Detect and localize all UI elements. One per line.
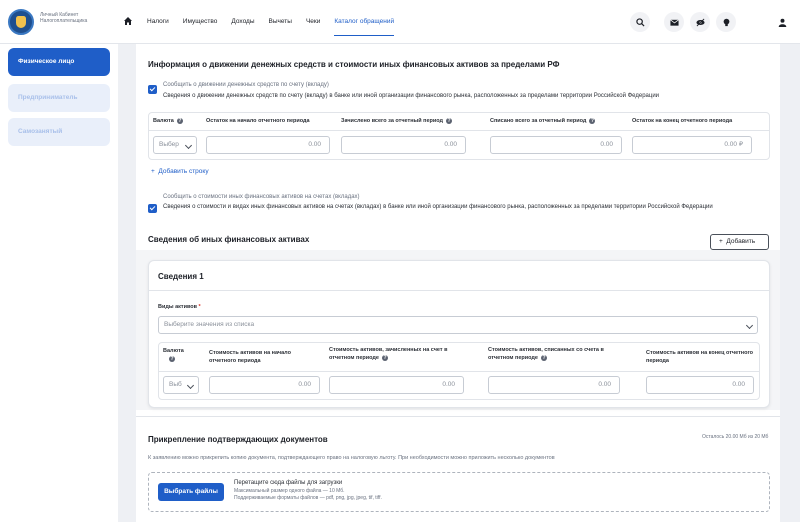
notifications-button[interactable] <box>716 12 736 32</box>
brand-text: Личный Кабинет Налогоплательщика <box>40 12 88 24</box>
asset-type-label: Виды активов * <box>158 304 201 310</box>
fns-logo[interactable] <box>8 9 34 35</box>
user-icon <box>778 18 786 27</box>
checkbox-funds-movement[interactable] <box>148 85 157 94</box>
formats-note: Поддерживаемые форматы файлов — pdf, png… <box>234 495 382 501</box>
mail-icon <box>669 19 679 26</box>
divider <box>159 371 759 372</box>
help-icon[interactable] <box>381 354 388 362</box>
help-icon[interactable] <box>169 355 175 363</box>
help-icon[interactable] <box>540 354 547 362</box>
checkbox-funds-label: Сообщить о движении денежных средств по … <box>163 82 329 88</box>
funds-credited-input[interactable]: 0.00 <box>341 136 466 154</box>
sidebar: Физическое лицо Предприниматель Самозаня… <box>0 44 118 522</box>
sidebar-item-entrepreneur[interactable]: Предприниматель <box>8 84 110 112</box>
nav-item-property[interactable]: Имущество <box>183 0 218 44</box>
help-icon[interactable] <box>589 117 596 125</box>
ruble-sign: ₽ <box>738 141 743 148</box>
top-header: Личный Кабинет Налогоплательщика Налоги … <box>0 0 800 44</box>
search-icon <box>635 17 645 27</box>
section-title-assets: Сведения об иных финансовых активах <box>148 235 310 244</box>
nav-item-catalog[interactable]: Каталог обращений <box>334 0 394 44</box>
checkbox-assets-label: Сообщить о стоимости иных финансовых акт… <box>163 194 360 200</box>
main-nav: Налоги Имущество Доходы Вычеты Чеки Ката… <box>147 0 394 44</box>
card-title: Сведения 1 <box>158 272 204 281</box>
assets-col-start: Стоимость активов на начало отчетного пе… <box>209 350 291 364</box>
main-content: Информация о движении денежных средств и… <box>136 44 780 522</box>
assets-debited-input[interactable]: 0.00 <box>488 376 620 394</box>
funds-col-credited: Зачислено всего за отчетный период <box>341 117 453 125</box>
assets-start-input[interactable]: 0.00 <box>209 376 320 394</box>
checkbox-assets-desc: Сведения о стоимости и видах иных финанс… <box>163 204 713 210</box>
assets-currency-select[interactable]: Выб <box>163 376 199 394</box>
sidebar-item-self-employed[interactable]: Самозанятый <box>8 118 110 146</box>
assets-end-input[interactable]: 0.00 <box>646 376 754 394</box>
funds-col-end: Остаток на конец отчетного периода <box>632 118 733 124</box>
visibility-button[interactable] <box>690 12 710 32</box>
divider <box>149 290 769 291</box>
checkbox-funds-desc: Сведения о движении денежных средств по … <box>163 93 660 99</box>
lightbulb-icon <box>723 18 729 26</box>
funds-end-input[interactable]: 0.00 ₽ <box>632 136 752 154</box>
eye-off-icon <box>695 18 705 26</box>
assets-credited-input[interactable]: 0.00 <box>329 376 464 394</box>
chevron-down-icon <box>186 381 195 390</box>
add-assets-button[interactable]: + Добавить <box>710 234 769 250</box>
search-button[interactable] <box>630 12 650 32</box>
profile-button[interactable] <box>772 12 792 32</box>
assets-col-credited: Стоимость активов, зачисленных на счет в… <box>329 346 469 362</box>
section-title-docs: Прикрепление подтверждающих документов <box>148 435 328 444</box>
divider <box>136 416 780 417</box>
max-size-note: Максимальный размер одного файла — 10 Мб… <box>234 488 345 494</box>
choose-files-button[interactable]: Выбрать файлы <box>158 483 224 501</box>
assets-col-debited: Стоимость активов, списанных со счета в … <box>488 346 628 362</box>
assets-col-currency: Валюта <box>163 347 184 363</box>
funds-currency-select[interactable]: Выбер <box>153 136 197 154</box>
help-icon[interactable] <box>176 117 183 125</box>
section-title-funds: Информация о движении денежных средств и… <box>148 60 560 69</box>
nav-item-income[interactable]: Доходы <box>231 0 254 44</box>
help-icon[interactable] <box>446 117 453 125</box>
nav-item-receipts[interactable]: Чеки <box>306 0 320 44</box>
nav-item-deductions[interactable]: Вычеты <box>269 0 292 44</box>
sidebar-item-individual[interactable]: Физическое лицо <box>8 48 110 76</box>
chevron-down-icon <box>745 321 754 330</box>
messages-button[interactable] <box>664 12 684 32</box>
asset-type-select[interactable]: Выберите значения из списка <box>158 316 758 334</box>
nav-item-taxes[interactable]: Налоги <box>147 0 169 44</box>
chevron-down-icon <box>184 141 193 150</box>
funds-col-currency: Валюта <box>153 117 183 125</box>
checkbox-assets-value[interactable] <box>148 204 157 213</box>
assets-col-end: Стоимость активов на конец отчетного пер… <box>646 350 754 364</box>
dropzone-text: Перетащите сюда файлы для загрузки <box>234 480 343 486</box>
funds-col-start: Остаток на начало отчетного периода <box>206 118 310 124</box>
storage-remaining: Осталось 20.00 Мб из 20 Мб <box>702 434 769 440</box>
home-icon[interactable] <box>123 16 133 26</box>
funds-debited-input[interactable]: 0.00 <box>490 136 622 154</box>
add-row-link[interactable]: + Добавить строку <box>151 168 209 175</box>
divider <box>149 130 769 131</box>
funds-start-input[interactable]: 0.00 <box>206 136 330 154</box>
docs-description: К заявлению можно прикрепить копию докум… <box>148 455 555 461</box>
funds-col-debited: Списано всего за отчетный период <box>490 117 596 125</box>
